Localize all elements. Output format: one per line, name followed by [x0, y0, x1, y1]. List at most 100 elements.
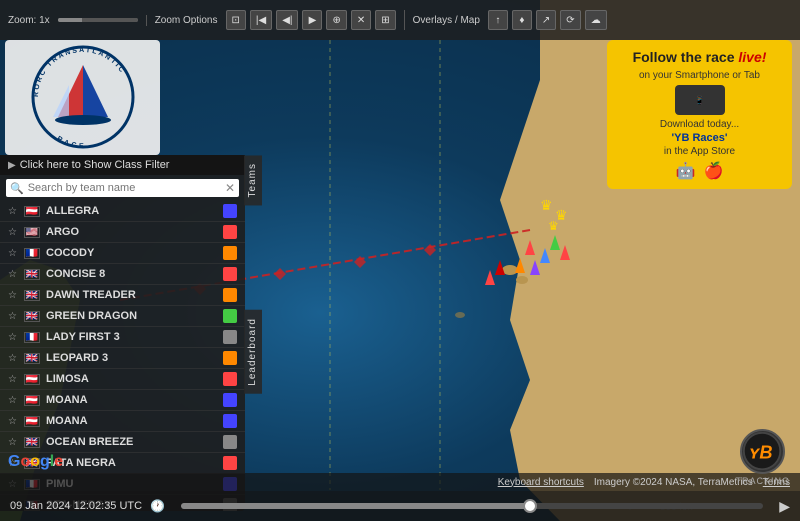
search-input[interactable]: [28, 182, 221, 194]
zoom-in-btn[interactable]: |◀: [250, 10, 272, 30]
team-star: ☆: [8, 290, 18, 301]
yb-circle: ʏB: [740, 429, 785, 474]
team-flag: 🇫🇷: [24, 248, 40, 259]
team-star: ☆: [8, 437, 18, 448]
ad-phone: 📱: [675, 85, 725, 115]
team-color-swatch: [223, 204, 237, 218]
team-name: COCODY: [46, 247, 217, 259]
zoom-prev-btn[interactable]: ◀|: [276, 10, 298, 30]
zoom-fit-btn[interactable]: ⊡: [226, 10, 246, 30]
team-list-item[interactable]: ☆ 🇦🇹 MOANA: [0, 390, 245, 411]
ad-store-icons: 🤖 🍎: [617, 161, 782, 181]
timeline-track[interactable]: [181, 503, 763, 509]
overlay-btn4[interactable]: ⟳: [560, 10, 580, 30]
team-color-swatch: [223, 414, 237, 428]
search-box: 🔍 ✕: [6, 179, 239, 197]
toolbar: Zoom: 1x Zoom Options ⊡ |◀ ◀| ▶ ⊕ ✕ ⊞ Ov…: [0, 0, 800, 40]
team-list-item[interactable]: ☆ 🇦🇹 MOANA: [0, 411, 245, 432]
ad-live: live!: [738, 49, 766, 65]
team-color-swatch: [223, 225, 237, 239]
team-name: ALLEGRA: [46, 205, 217, 217]
overlay-btn2[interactable]: ♦: [512, 10, 532, 30]
zoom-section: Zoom: 1x: [8, 15, 147, 26]
team-name: GREEN DRAGON: [46, 310, 217, 322]
team-list-item[interactable]: ☆ 🇫🇷 LADY FIRST 3: [0, 327, 245, 348]
team-list-item[interactable]: ☆ 🇬🇧 GREEN DRAGON: [0, 306, 245, 327]
timeline-fill: [181, 503, 530, 509]
team-name: ARGO: [46, 226, 217, 238]
android-icon: 🤖: [676, 161, 696, 181]
sidebar-header[interactable]: ▶ Click here to Show Class Filter: [0, 155, 245, 175]
team-color-swatch: [223, 309, 237, 323]
team-star: ☆: [8, 269, 18, 280]
team-color-swatch: [223, 330, 237, 344]
zoom-close-btn[interactable]: ✕: [351, 10, 371, 30]
zoom-options-label: Zoom Options: [155, 15, 218, 26]
team-star: ☆: [8, 416, 18, 427]
clear-search-icon[interactable]: ✕: [225, 181, 235, 195]
ad-download: Download today...: [617, 119, 782, 130]
team-list-item[interactable]: ☆ 🇦🇹 ALLEGRA: [0, 201, 245, 222]
team-list-item[interactable]: ☆ 🇫🇷 COCODY: [0, 243, 245, 264]
team-star: ☆: [8, 395, 18, 406]
team-color-swatch: [223, 456, 237, 470]
zoom-slider[interactable]: [58, 18, 138, 22]
rorc-logo: RORC TRANSATLANTIC RACE: [5, 40, 160, 155]
overlay-btn3[interactable]: ↗: [536, 10, 556, 30]
team-flag: 🇦🇹: [24, 374, 40, 385]
zoom-options-section: Zoom Options ⊡ |◀ ◀| ▶ ⊕ ✕ ⊞: [155, 10, 405, 30]
team-list-item[interactable]: ☆ 🇬🇧 DAWN TREADER: [0, 285, 245, 306]
team-name: MOANA: [46, 415, 217, 427]
team-name: LADY FIRST 3: [46, 331, 217, 343]
clock-icon: 🕐: [150, 499, 165, 513]
rorc-svg: RORC TRANSATLANTIC RACE: [13, 45, 153, 150]
team-name: LEOPARD 3: [46, 352, 217, 364]
team-list-item[interactable]: ☆ 🇬🇧 LEOPARD 3: [0, 348, 245, 369]
team-color-swatch: [223, 393, 237, 407]
team-flag: 🇺🇸: [24, 227, 40, 238]
ad-title: Follow the race live!: [617, 48, 782, 66]
ad-app-name: 'YB Races': [617, 132, 782, 144]
zoom-grid-btn[interactable]: ⊞: [375, 10, 395, 30]
svg-text:ʏB: ʏB: [750, 442, 773, 462]
search-icon: 🔍: [10, 182, 24, 195]
overlay-btn5[interactable]: ☁: [585, 10, 607, 30]
zoom-play-btn[interactable]: ▶: [302, 10, 322, 30]
overlays-section: Overlays / Map ↑ ♦ ↗ ⟳ ☁: [413, 10, 615, 30]
ad-banner: Follow the race live! on your Smartphone…: [607, 40, 792, 189]
team-list-item[interactable]: ☆ 🇬🇧 OCEAN BREEZE: [0, 432, 245, 453]
team-star: ☆: [8, 311, 18, 322]
play-icon[interactable]: ▶: [779, 498, 790, 515]
team-color-swatch: [223, 351, 237, 365]
imagery-credit: Imagery ©2024 NASA, TerraMetrics: [594, 477, 753, 488]
team-star: ☆: [8, 332, 18, 343]
team-color-swatch: [223, 267, 237, 281]
team-list-item[interactable]: ☆ 🇺🇸 ARGO: [0, 222, 245, 243]
bottom-bar: 09 Jan 2024 12:02:35 UTC 🕐 ▶: [0, 491, 800, 521]
team-flag: 🇦🇹: [24, 416, 40, 427]
zoom-add-btn[interactable]: ⊕: [326, 10, 346, 30]
yb-tracking-logo: ʏB TRACKING: [735, 429, 790, 486]
team-color-swatch: [223, 435, 237, 449]
team-color-swatch: [223, 246, 237, 260]
teams-tab[interactable]: Teams: [244, 155, 262, 205]
timestamp: 09 Jan 2024 12:02:35 UTC: [10, 500, 142, 512]
team-flag: 🇦🇹: [24, 395, 40, 406]
team-list-item[interactable]: ☆ 🇬🇧 CONCISE 8: [0, 264, 245, 285]
team-name: CONCISE 8: [46, 268, 217, 280]
google-logo: Google: [8, 453, 63, 471]
team-name: OCEAN BREEZE: [46, 436, 217, 448]
ad-subtitle: on your Smartphone or Tab: [617, 70, 782, 81]
yb-tracking-text: TRACKING: [735, 476, 790, 486]
info-bar: Keyboard shortcuts Imagery ©2024 NASA, T…: [0, 473, 800, 491]
team-color-swatch: [223, 288, 237, 302]
overlay-btn1[interactable]: ↑: [488, 10, 508, 30]
rorc-inner: RORC TRANSATLANTIC RACE: [13, 45, 153, 150]
team-flag: 🇬🇧: [24, 290, 40, 301]
overlays-label: Overlays / Map: [413, 15, 480, 26]
zoom-label: Zoom: 1x: [8, 15, 50, 26]
team-flag: 🇬🇧: [24, 437, 40, 448]
keyboard-shortcuts[interactable]: Keyboard shortcuts: [498, 477, 584, 488]
leaderboard-tab[interactable]: Leaderboard: [244, 310, 262, 394]
team-list-item[interactable]: ☆ 🇦🇹 LIMOSA: [0, 369, 245, 390]
